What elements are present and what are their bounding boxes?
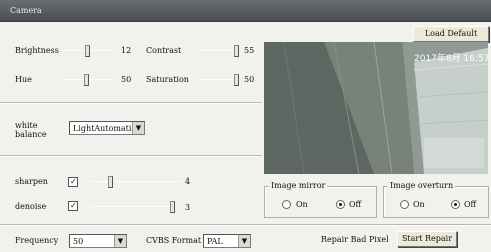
image-overturn-on-radio[interactable] [400,200,409,209]
image-mirror-group: Image mirror On Off [264,181,377,218]
check-icon: ✓ [70,177,77,186]
sharpen-slider-track [91,181,181,182]
sharpen-checkbox[interactable]: ✓ [68,177,78,187]
frequency-label: Frequency [15,236,59,245]
load-default-button[interactable]: Load Default [413,26,489,42]
sharpen-label: sharpen [15,177,48,186]
image-overturn-title: Image overturn [388,181,456,191]
section-divider [0,102,262,104]
cvbs-format-value: PAL [207,237,223,246]
start-repair-button[interactable]: Start Repair [397,231,457,247]
chevron-down-icon[interactable]: ▼ [238,235,250,247]
sharpen-slider-thumb[interactable] [107,176,113,188]
saturation-label: Saturation [146,75,189,84]
contrast-slider[interactable] [201,45,240,57]
contrast-label: Contrast [146,46,182,55]
contrast-value: 55 [244,46,255,55]
image-mirror-off-label: Off [349,200,362,209]
image-overturn-off-label: Off [464,200,477,209]
frequency-value: 50 [73,237,84,246]
check-icon: ✓ [70,201,77,210]
repair-bad-pixel-label: Repair Bad Pixel [321,235,389,244]
hue-slider[interactable] [64,74,112,86]
saturation-slider-thumb[interactable] [234,74,240,86]
camera-preview: 2017年8月 16:57:01 [264,42,488,174]
denoise-value: 3 [185,203,191,212]
saturation-value: 50 [244,75,255,84]
denoise-checkbox[interactable]: ✓ [68,201,78,211]
denoise-slider-track [91,206,174,207]
white-balance-select[interactable]: LightAutomatic ▼ [69,121,145,135]
brightness-label: Brightness [15,46,59,55]
section-divider [0,155,262,157]
chevron-down-icon[interactable]: ▼ [132,122,144,134]
brightness-value: 12 [121,46,132,55]
saturation-slider[interactable] [201,74,240,86]
image-mirror-on-radio[interactable] [282,200,291,209]
denoise-slider-thumb[interactable] [170,201,176,213]
hue-label: Hue [15,75,32,84]
white-balance-label-line2: balance [15,130,47,139]
brightness-slider-thumb[interactable] [84,45,90,57]
cvbs-format-select[interactable]: PAL ▼ [203,234,251,248]
image-mirror-title: Image mirror [269,181,328,191]
sharpen-slider[interactable] [91,176,181,188]
image-overturn-group: Image overturn On Off [383,181,489,218]
hue-value: 50 [121,75,132,84]
preview-timestamp: 2017年8月 16:57:01 [414,54,488,64]
brightness-slider[interactable] [64,45,112,57]
image-mirror-off-radio[interactable] [336,200,345,209]
title-bar: Camera [0,0,491,22]
hue-slider-thumb[interactable] [83,74,89,86]
sharpen-value: 4 [185,177,191,186]
image-mirror-on-label: On [296,200,308,209]
image-overturn-off-radio[interactable] [451,200,460,209]
section-divider [0,224,491,226]
white-balance-value: LightAutomatic [73,124,136,133]
denoise-slider[interactable] [91,201,176,213]
denoise-label: denoise [15,202,47,211]
chevron-down-icon[interactable]: ▼ [114,235,126,247]
frequency-select[interactable]: 50 ▼ [69,234,127,248]
image-overturn-on-label: On [413,200,425,209]
window-title: Camera [10,6,42,15]
contrast-slider-thumb[interactable] [234,45,240,57]
cvbs-format-label: CVBS Format [146,236,202,245]
